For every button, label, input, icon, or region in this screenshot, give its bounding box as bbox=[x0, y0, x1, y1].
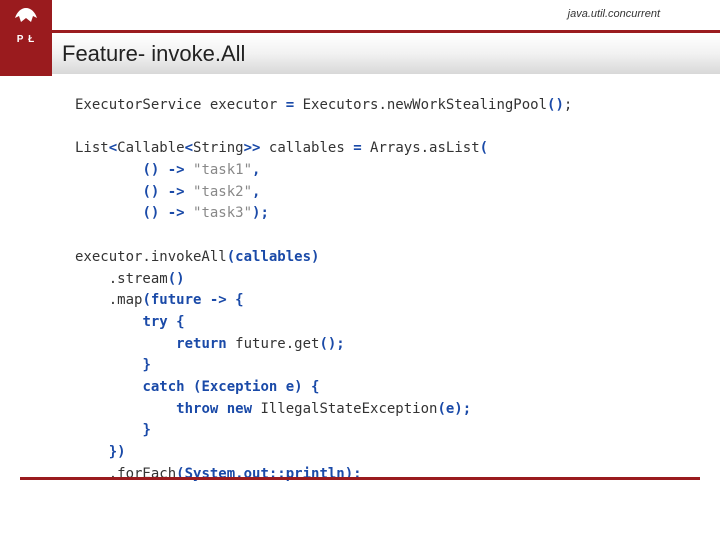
logo-letters: P Ł bbox=[17, 34, 35, 45]
package-label: java.util.concurrent bbox=[568, 8, 660, 20]
slide-title: Feature- invoke.All bbox=[62, 41, 245, 67]
eagle-icon bbox=[11, 6, 41, 28]
code-block: ExecutorService executor = Executors.new… bbox=[75, 95, 680, 485]
university-logo: P Ł bbox=[0, 0, 52, 76]
code-content: ExecutorService executor = Executors.new… bbox=[75, 95, 680, 485]
title-bar: Feature- invoke.All bbox=[52, 30, 720, 74]
footer-divider bbox=[20, 477, 700, 480]
